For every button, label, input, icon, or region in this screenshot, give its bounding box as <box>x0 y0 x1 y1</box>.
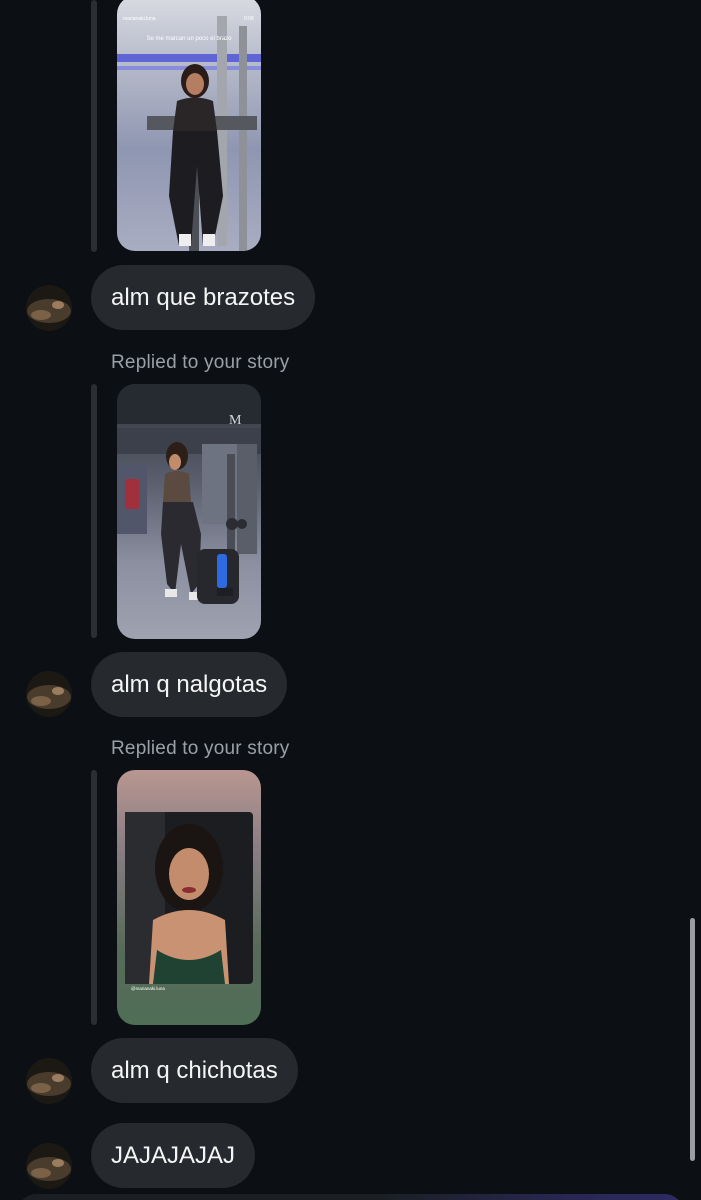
message-text: JAJAJAJAJ <box>111 1142 236 1169</box>
profile-photo-icon <box>26 1143 72 1189</box>
replied-to-story-label: Replied to your story <box>111 352 290 373</box>
story-reply-line <box>91 384 97 638</box>
profile-photo-icon <box>26 285 72 331</box>
message-bubble[interactable]: alm que brazotes <box>91 265 316 330</box>
dm-thread: marianaki.luna 0:08 Se me marcan un poco… <box>0 0 701 1200</box>
message-text: alm q chichotas <box>111 1057 278 1084</box>
profile-photo-icon <box>26 671 72 717</box>
story-author: marianaki.luna <box>123 16 156 22</box>
message-bubble[interactable]: alm q nalgotas <box>91 652 288 717</box>
message-bubble[interactable]: JAJAJAJAJ <box>91 1123 256 1188</box>
scrollbar-thumb[interactable] <box>690 918 695 1161</box>
story-author: @marianaki.luna <box>131 986 165 991</box>
selfie-story-image: @marianaki.luna <box>117 770 261 1025</box>
story-reply-line <box>91 770 97 1025</box>
gym-story-image-2: M <box>117 384 261 639</box>
avatar[interactable] <box>26 285 72 331</box>
message-bubble[interactable]: alm q chichotas <box>91 1038 298 1103</box>
profile-photo-icon <box>26 1058 72 1104</box>
svg-text:M: M <box>229 413 242 428</box>
avatar[interactable] <box>26 1143 72 1189</box>
avatar[interactable] <box>26 671 72 717</box>
message-text: alm q nalgotas <box>111 671 268 698</box>
story-overlay-text: Se me marcan un poco el brazo <box>146 36 232 42</box>
story-reply-line <box>91 0 97 252</box>
story-time: 0:08 <box>244 16 254 22</box>
message-composer[interactable] <box>18 1194 683 1200</box>
story-thumbnail[interactable]: @marianaki.luna <box>117 770 261 1025</box>
avatar[interactable] <box>26 1058 72 1104</box>
story-thumbnail[interactable]: marianaki.luna 0:08 Se me marcan un poco… <box>117 0 261 251</box>
message-text: alm que brazotes <box>111 284 296 311</box>
gym-story-image-1: marianaki.luna 0:08 Se me marcan un poco… <box>117 0 261 251</box>
story-thumbnail[interactable]: M <box>117 384 261 639</box>
replied-to-story-label: Replied to your story <box>111 738 290 759</box>
